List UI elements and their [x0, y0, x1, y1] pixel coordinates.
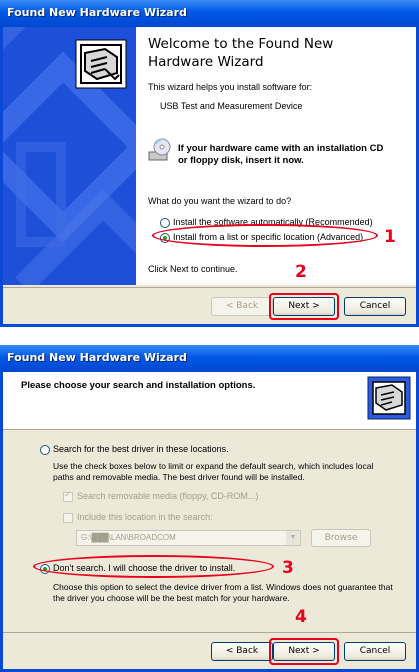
checkbox-include-location[interactable]: [63, 513, 73, 523]
wizard-sidebar: [3, 27, 136, 285]
step-number-2: 2: [295, 262, 307, 282]
highlight-ellipse-step3: [33, 555, 274, 578]
continue-instruction: Click Next to continue.: [148, 264, 238, 274]
wizard-client-area: Please choose your search and installati…: [3, 372, 416, 669]
back-button[interactable]: < Back: [211, 642, 273, 661]
welcome-heading-line1: Welcome to the Found New: [148, 36, 334, 52]
radio-search-best-driver[interactable]: [40, 445, 50, 455]
wizard-header: Please choose your search and installati…: [3, 372, 416, 430]
window-title: Found New Hardware Wizard: [7, 351, 187, 364]
cd-notice-line2: or floppy disk, insert it now.: [178, 155, 304, 166]
location-path-value: G:\███\LAN\BROADCOM: [81, 533, 176, 542]
cancel-button[interactable]: Cancel: [344, 642, 406, 661]
checkbox-search-removable-media[interactable]: [63, 490, 73, 502]
page-title: Please choose your search and installati…: [21, 380, 256, 391]
cd-notice-line1: If your hardware came with an installati…: [178, 143, 384, 154]
back-button[interactable]: < Back: [211, 297, 273, 316]
wizard-window-search-options: Found New Hardware Wizard Please choose …: [0, 345, 419, 672]
step-number-1: 1: [384, 227, 396, 247]
location-path-combobox[interactable]: G:\███\LAN\BROADCOM ▼: [76, 530, 301, 546]
search-description-line1: Use the check boxes below to limit or ex…: [53, 461, 374, 471]
hardware-wizard-icon: [75, 39, 127, 89]
highlight-next-step4: [269, 638, 339, 665]
step-number-4: 4: [295, 607, 307, 627]
wizard-window-welcome: Found New Hardware Wizard Welcome to the…: [0, 0, 419, 327]
cd-disk-icon: [148, 138, 172, 162]
browse-button[interactable]: Browse: [311, 529, 371, 547]
step-number-3: 3: [282, 558, 294, 578]
title-bar[interactable]: Found New Hardware Wizard: [0, 0, 419, 27]
chevron-down-icon[interactable]: ▼: [286, 531, 300, 545]
dont-search-description-line2: the driver you choose will be the best m…: [53, 593, 290, 603]
label-search-removable-media[interactable]: Search removable media (floppy, CD-ROM..…: [77, 491, 258, 501]
highlight-ellipse-step1: [152, 224, 378, 247]
welcome-heading-line2: Hardware Wizard: [148, 54, 264, 70]
wizard-button-bar: 2 < Back Next > Cancel: [3, 262, 416, 324]
label-search-best-driver[interactable]: Search for the best driver in these loca…: [53, 444, 229, 454]
window-title: Found New Hardware Wizard: [7, 6, 187, 19]
intro-text: This wizard helps you install software f…: [148, 82, 313, 92]
wizard-question: What do you want the wizard to do?: [148, 196, 292, 206]
wizard-button-bar: 4 < Back Next > Cancel: [3, 607, 416, 669]
welcome-heading: Welcome to the Found New Hardware Wizard: [148, 35, 408, 71]
label-include-location[interactable]: Include this location in the search:: [77, 512, 213, 522]
dont-search-description-line1: Choose this option to select the device …: [53, 582, 393, 592]
search-description-line2: paths and removable media. The best driv…: [53, 472, 305, 482]
title-bar[interactable]: Found New Hardware Wizard: [0, 345, 419, 372]
device-name: USB Test and Measurement Device: [160, 101, 303, 111]
radio-install-automatically[interactable]: [160, 218, 170, 228]
cancel-button[interactable]: Cancel: [344, 297, 406, 316]
wizard-client-area: Welcome to the Found New Hardware Wizard…: [3, 27, 416, 324]
hardware-wizard-icon: [367, 376, 411, 420]
highlight-next-step2: [269, 293, 339, 320]
wizard-content-panel: Welcome to the Found New Hardware Wizard…: [136, 27, 416, 285]
